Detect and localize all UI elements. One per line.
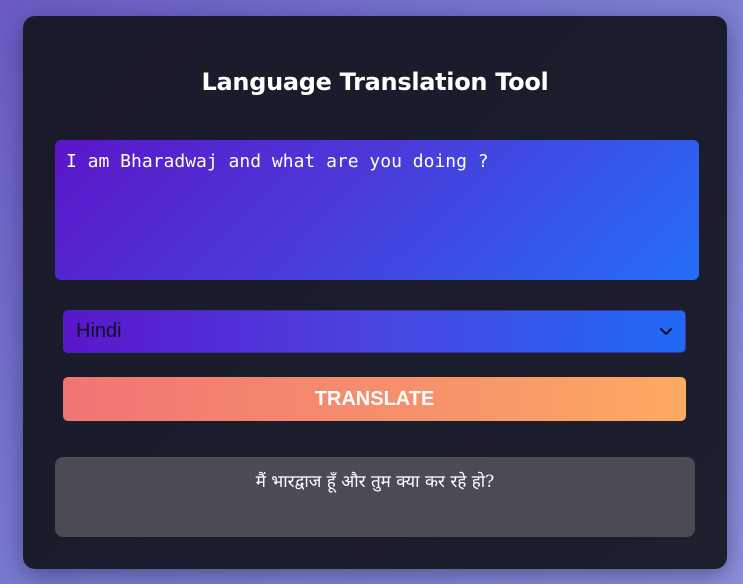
source-text-input[interactable]: I am Bharadwaj and what are you doing ? bbox=[55, 140, 699, 280]
chevron-down-icon bbox=[659, 325, 673, 339]
translation-output: मैं भारद्वाज हूँ और तुम क्या कर रहे हो? bbox=[55, 457, 695, 537]
language-select[interactable]: Hindi bbox=[63, 310, 686, 353]
language-select-value: Hindi bbox=[76, 320, 122, 342]
translator-card: Language Translation Tool I am Bharadwaj… bbox=[23, 16, 727, 569]
page-title: Language Translation Tool bbox=[201, 68, 549, 96]
translate-button[interactable]: TRANSLATE bbox=[63, 377, 686, 421]
translation-output-text: मैं भारद्वाज हूँ और तुम क्या कर रहे हो? bbox=[255, 472, 495, 492]
